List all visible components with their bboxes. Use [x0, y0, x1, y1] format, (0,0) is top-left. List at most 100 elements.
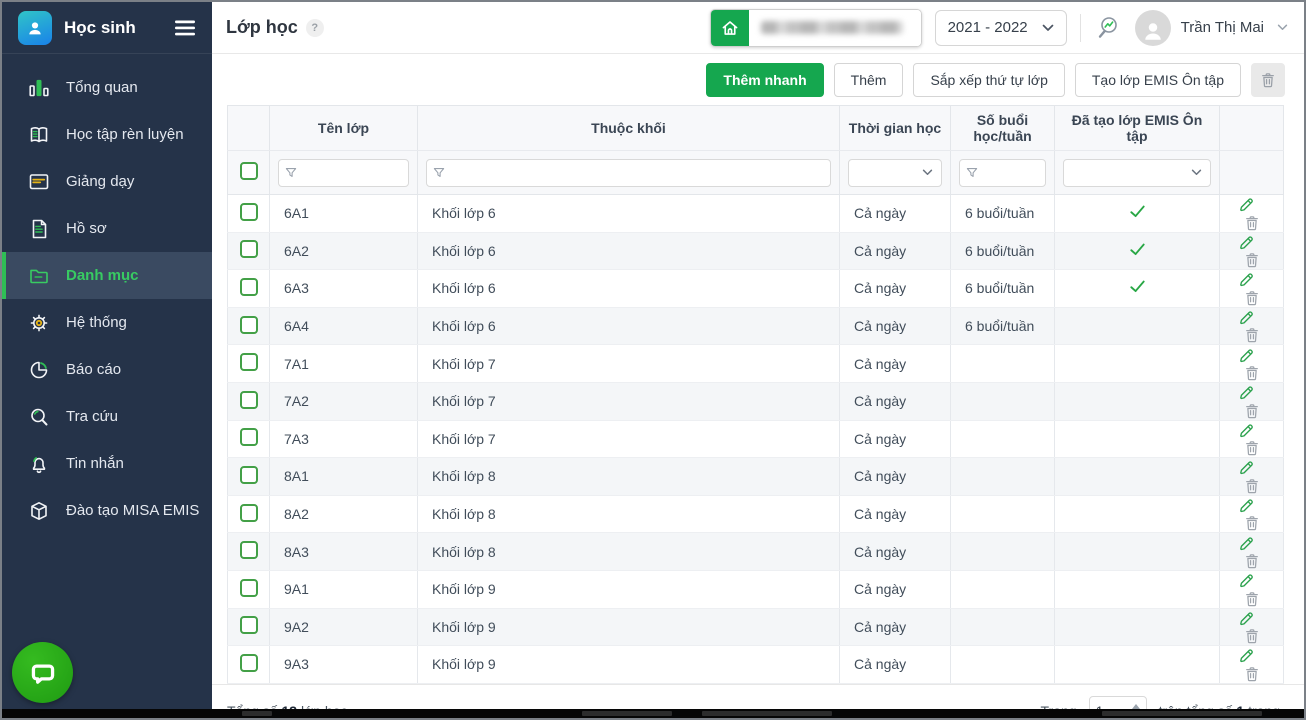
table-row[interactable]: 8A1 Khối lớp 8 Cả ngày	[228, 458, 1284, 496]
topbar-right: 2021 - 2022 Trần Thị Mai	[710, 9, 1288, 47]
cell-grade: Khối lớp 6	[418, 307, 840, 345]
table-row[interactable]: 7A3 Khối lớp 7 Cả ngày	[228, 420, 1284, 458]
delete-row-button[interactable]	[1243, 364, 1261, 382]
table-row[interactable]: 9A2 Khối lớp 9 Cả ngày	[228, 608, 1284, 646]
magnifier-icon	[27, 405, 51, 429]
school-selector[interactable]	[710, 9, 922, 47]
edit-row-button[interactable]	[1237, 421, 1255, 439]
sidebar-item-hoc-tap-ren-luyen[interactable]: Học tập rèn luyện	[2, 111, 212, 158]
row-checkbox[interactable]	[240, 278, 258, 296]
edit-row-button[interactable]	[1237, 458, 1255, 476]
quick-add-button[interactable]: Thêm nhanh	[706, 63, 823, 97]
edit-row-button[interactable]	[1237, 346, 1255, 364]
row-checkbox[interactable]	[240, 466, 258, 484]
table-row[interactable]: 9A3 Khối lớp 9 Cả ngày	[228, 646, 1284, 684]
filter-study-time-select[interactable]	[848, 159, 942, 187]
add-button[interactable]: Thêm	[834, 63, 904, 97]
delete-row-button[interactable]	[1243, 402, 1261, 420]
header-grade[interactable]: Thuộc khối	[418, 106, 840, 151]
school-name-redacted	[761, 21, 903, 34]
bulk-delete-button[interactable]	[1251, 63, 1285, 97]
delete-row-button[interactable]	[1243, 665, 1261, 683]
app-window: Học sinh Tổng quan Học tập rèn luyện Giả…	[0, 0, 1306, 720]
funnel-icon[interactable]	[285, 167, 297, 179]
header-emis-created[interactable]: Đã tạo lớp EMIS Ôn tập	[1055, 106, 1220, 151]
user-menu-chevron-icon[interactable]	[1277, 24, 1288, 31]
sidebar-item-tong-quan[interactable]: Tổng quan	[2, 64, 212, 111]
edit-row-button[interactable]	[1237, 195, 1255, 213]
home-button[interactable]	[711, 10, 749, 46]
school-year-select[interactable]: 2021 - 2022	[935, 10, 1067, 46]
sidebar-item-he-thong[interactable]: Hệ thống	[2, 299, 212, 346]
delete-row-button[interactable]	[1243, 214, 1261, 232]
table-row[interactable]: 6A2 Khối lớp 6 Cả ngày 6 buổi/tuần	[228, 232, 1284, 270]
sidebar-item-danh-muc[interactable]: Danh mục	[2, 252, 212, 299]
delete-row-button[interactable]	[1243, 514, 1261, 532]
sort-order-button[interactable]: Sắp xếp thứ tự lớp	[913, 63, 1064, 97]
delete-row-button[interactable]	[1243, 251, 1261, 269]
chat-button[interactable]	[12, 642, 73, 703]
cell-sessions: 6 buổi/tuần	[951, 195, 1055, 233]
edit-row-button[interactable]	[1237, 270, 1255, 288]
menu-toggle-icon[interactable]	[174, 19, 196, 37]
edit-row-button[interactable]	[1237, 534, 1255, 552]
table-row[interactable]: 9A1 Khối lớp 9 Cả ngày	[228, 570, 1284, 608]
funnel-icon[interactable]	[433, 167, 445, 179]
sidebar-item-giang-day[interactable]: Giảng dạy	[2, 158, 212, 205]
sidebar-item-tin-nhan[interactable]: Tin nhắn	[2, 440, 212, 487]
sidebar-item-tra-cuu[interactable]: Tra cứu	[2, 393, 212, 440]
edit-row-button[interactable]	[1237, 233, 1255, 251]
edit-row-button[interactable]	[1237, 496, 1255, 514]
edit-row-button[interactable]	[1237, 308, 1255, 326]
cell-emis-created	[1055, 307, 1220, 345]
row-checkbox[interactable]	[240, 504, 258, 522]
edit-row-button[interactable]	[1237, 571, 1255, 589]
table-row[interactable]: 7A2 Khối lớp 7 Cả ngày	[228, 382, 1284, 420]
row-checkbox[interactable]	[240, 391, 258, 409]
header-class-name[interactable]: Tên lớp	[270, 106, 418, 151]
help-icon[interactable]: ?	[306, 19, 324, 37]
header-sessions-per-week[interactable]: Số buổi học/tuần	[951, 106, 1055, 151]
header-study-time[interactable]: Thời gian học	[840, 106, 951, 151]
delete-row-button[interactable]	[1243, 627, 1261, 645]
sidebar-item-ho-so[interactable]: Hồ sơ	[2, 205, 212, 252]
row-checkbox[interactable]	[240, 579, 258, 597]
row-checkbox[interactable]	[240, 428, 258, 446]
delete-row-button[interactable]	[1243, 439, 1261, 457]
edit-row-button[interactable]	[1237, 646, 1255, 664]
table-row[interactable]: 6A3 Khối lớp 6 Cả ngày 6 buổi/tuần	[228, 270, 1284, 308]
delete-row-button[interactable]	[1243, 326, 1261, 344]
funnel-icon[interactable]	[966, 167, 978, 179]
cell-study-time: Cả ngày	[840, 458, 951, 496]
delete-row-button[interactable]	[1243, 289, 1261, 307]
sidebar-item-bao-cao[interactable]: Báo cáo	[2, 346, 212, 393]
cell-class-name: 6A1	[270, 195, 418, 233]
delete-row-button[interactable]	[1243, 552, 1261, 570]
row-checkbox[interactable]	[240, 541, 258, 559]
table-row[interactable]: 7A1 Khối lớp 7 Cả ngày	[228, 345, 1284, 383]
filter-grade-input[interactable]	[426, 159, 831, 187]
edit-row-button[interactable]	[1237, 383, 1255, 401]
row-checkbox[interactable]	[240, 616, 258, 634]
search-analytics-button[interactable]	[1094, 14, 1122, 42]
row-checkbox[interactable]	[240, 316, 258, 334]
create-emis-class-button[interactable]: Tạo lớp EMIS Ôn tập	[1075, 63, 1241, 97]
delete-row-button[interactable]	[1243, 477, 1261, 495]
cell-study-time: Cả ngày	[840, 420, 951, 458]
table-row[interactable]: 6A1 Khối lớp 6 Cả ngày 6 buổi/tuần	[228, 195, 1284, 233]
table-row[interactable]: 8A3 Khối lớp 8 Cả ngày	[228, 533, 1284, 571]
row-checkbox[interactable]	[240, 240, 258, 258]
user-name[interactable]: Trần Thị Mai	[1181, 19, 1264, 36]
row-checkbox[interactable]	[240, 654, 258, 672]
row-checkbox[interactable]	[240, 353, 258, 371]
delete-row-button[interactable]	[1243, 590, 1261, 608]
filter-class-name-input[interactable]	[278, 159, 409, 187]
select-all-checkbox[interactable]	[240, 162, 258, 180]
filter-emis-select[interactable]	[1063, 159, 1211, 187]
avatar[interactable]	[1135, 10, 1171, 46]
sidebar-item-dao-tao-misa-emis[interactable]: Đào tạo MISA EMIS	[2, 487, 212, 534]
table-row[interactable]: 6A4 Khối lớp 6 Cả ngày 6 buổi/tuần	[228, 307, 1284, 345]
edit-row-button[interactable]	[1237, 609, 1255, 627]
table-row[interactable]: 8A2 Khối lớp 8 Cả ngày	[228, 495, 1284, 533]
row-checkbox[interactable]	[240, 203, 258, 221]
